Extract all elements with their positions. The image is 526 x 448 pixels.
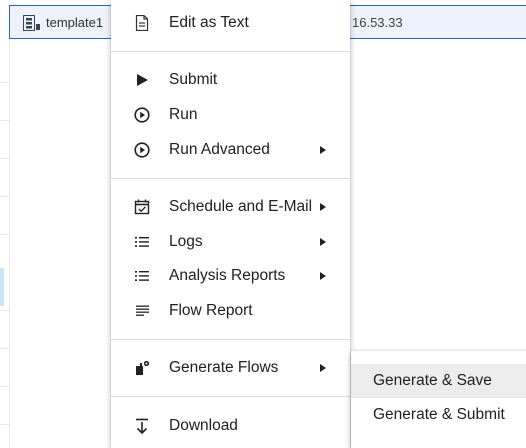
selection-marker xyxy=(0,268,4,306)
play-circle-icon xyxy=(133,106,151,124)
menu-item-label: Generate Flows xyxy=(169,359,279,376)
left-border xyxy=(9,39,10,448)
chevron-right-icon xyxy=(320,203,326,211)
menu-divider xyxy=(111,339,350,340)
menu-item-flow-report[interactable]: Flow Report xyxy=(111,295,350,327)
menu-divider xyxy=(111,51,350,52)
chevron-right-icon xyxy=(320,146,326,154)
play-icon xyxy=(133,71,151,89)
generate-icon xyxy=(133,359,151,377)
row-timestamp: 16.53.33 xyxy=(352,15,403,30)
menu-item-download[interactable]: Download xyxy=(111,410,350,442)
submenu-item-generate-and-save[interactable]: Generate & Save xyxy=(351,364,526,398)
chevron-right-icon xyxy=(320,238,326,246)
menu-item-label: Logs xyxy=(169,233,203,250)
menu-item-label: Schedule and E-Mail xyxy=(169,198,313,215)
row-name: template1 xyxy=(46,15,104,30)
menu-item-label: Download xyxy=(169,417,238,434)
flow-template-icon xyxy=(23,15,41,31)
menu-item-generate-flows[interactable]: Generate Flows xyxy=(111,352,350,384)
calendar-check-icon xyxy=(133,198,151,216)
menu-item-edit-as-text[interactable]: Edit as Text xyxy=(111,7,350,39)
menu-item-label: Run xyxy=(169,106,198,123)
submenu-item-label: Generate & Save xyxy=(373,372,492,389)
menu-item-label: Flow Report xyxy=(169,302,253,319)
menu-item-run-advanced[interactable]: Run Advanced xyxy=(111,134,350,166)
submenu-item-generate-and-submit[interactable]: Generate & Submit xyxy=(351,398,526,432)
submenu-item-label: Generate & Submit xyxy=(373,406,505,423)
chevron-right-icon xyxy=(320,272,326,280)
menu-divider xyxy=(111,396,350,397)
menu-item-submit[interactable]: Submit xyxy=(111,64,350,96)
menu-item-label: Analysis Reports xyxy=(169,267,286,284)
menu-item-run[interactable]: Run xyxy=(111,99,350,131)
chevron-right-icon xyxy=(320,364,326,372)
document-icon xyxy=(133,14,151,32)
menu-item-analysis-reports[interactable]: Analysis Reports xyxy=(111,260,350,292)
menu-divider xyxy=(111,178,350,179)
list-icon xyxy=(133,267,151,285)
play-circle-icon xyxy=(133,141,151,159)
lines-icon xyxy=(133,302,151,320)
menu-item-logs[interactable]: Logs xyxy=(111,226,350,258)
download-icon xyxy=(133,417,151,435)
menu-item-label: Edit as Text xyxy=(169,14,249,31)
menu-item-label: Run Advanced xyxy=(169,141,270,158)
menu-item-schedule-and-email[interactable]: Schedule and E-Mail xyxy=(111,191,350,223)
generate-flows-submenu: Generate & Save Generate & Submit xyxy=(351,351,526,448)
context-menu: Edit as Text Submit Run Run Advanced Sch… xyxy=(111,0,350,448)
list-icon xyxy=(133,233,151,251)
menu-item-label: Submit xyxy=(169,71,218,88)
